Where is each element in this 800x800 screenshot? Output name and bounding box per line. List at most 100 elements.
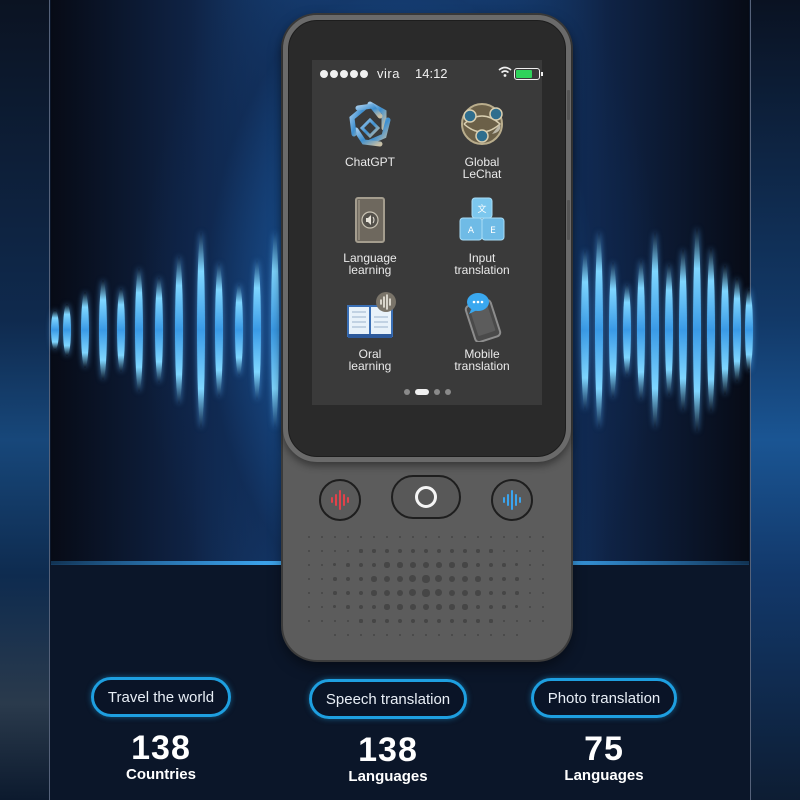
speaker-hole <box>359 619 363 623</box>
speaker-hole <box>423 548 429 554</box>
page-dot[interactable] <box>403 389 410 395</box>
wave-bar <box>745 289 753 371</box>
page-dot[interactable] <box>414 389 429 395</box>
page-indicator[interactable] <box>312 389 542 395</box>
translator-device: vira 14:12 ChatGPT Global LeChat Languag… <box>283 15 571 660</box>
phone-chat-icon <box>456 290 508 344</box>
open-book-voice-icon <box>344 290 396 342</box>
app-label: Language learning <box>343 251 397 277</box>
speaker-hole <box>333 563 337 567</box>
speaker-hole <box>542 536 544 538</box>
speaker-hole <box>385 633 389 637</box>
speaker-hole <box>320 591 324 595</box>
speaker-hole <box>463 535 467 539</box>
left-edge-panel <box>0 0 50 800</box>
speaker-hole <box>437 535 441 539</box>
wave-bar <box>99 280 107 380</box>
control-buttons <box>283 475 571 521</box>
speaker-hole <box>528 591 532 595</box>
speaker-hole <box>320 605 324 609</box>
device-screen-bezel: vira 14:12 ChatGPT Global LeChat Languag… <box>283 15 571 462</box>
speaker-hole <box>462 590 468 596</box>
side-button-lower[interactable] <box>567 200 570 240</box>
speaker-hole <box>346 563 350 567</box>
speaker-hole <box>423 562 429 568</box>
stat-unit: Languages <box>348 768 428 785</box>
speaker-hole <box>385 619 389 623</box>
speaker-hole <box>307 591 311 595</box>
speaker-hole <box>411 535 415 539</box>
app-language-learning[interactable]: Language learning <box>320 194 420 276</box>
wave-bar <box>595 232 603 428</box>
wave-bar <box>623 284 631 376</box>
speaker-hole <box>333 549 337 553</box>
speaker-hole <box>515 563 519 567</box>
speaker-hole <box>476 619 480 623</box>
speaker-hole <box>541 577 545 581</box>
speaker-hole <box>475 590 481 596</box>
speaker-hole <box>358 590 364 596</box>
speaker-hole <box>371 604 377 610</box>
speaker-hole <box>398 619 402 623</box>
speaker-hole <box>516 536 518 538</box>
speaker-hole <box>422 575 430 583</box>
speaker-hole <box>308 536 310 538</box>
wave-bar <box>215 263 223 397</box>
speaker-hole <box>423 604 429 610</box>
speaker-hole <box>424 535 428 539</box>
feature-travel: Travel the world 138 Countries <box>71 677 251 783</box>
speaker-hole <box>489 549 493 553</box>
app-label: Mobile translation <box>454 347 510 373</box>
page-dot[interactable] <box>433 389 440 395</box>
voice-translate-right-button[interactable] <box>491 479 533 521</box>
voice-translate-left-button[interactable] <box>319 479 361 521</box>
app-chatgpt[interactable]: ChatGPT <box>320 98 420 168</box>
speaker-hole <box>372 633 376 637</box>
speaker-hole <box>333 591 337 595</box>
app-input-translation[interactable]: 文 A E Input translation <box>432 194 532 276</box>
speaker-hole <box>515 605 519 609</box>
speaker-hole <box>308 606 310 608</box>
stat-number: 75 <box>584 730 624 768</box>
speaker-hole <box>372 549 376 553</box>
speaker-hole <box>450 633 454 637</box>
speaker-hole <box>542 550 544 552</box>
side-button-upper[interactable] <box>567 90 570 120</box>
battery-level <box>516 70 532 78</box>
speaker-hole <box>397 604 403 610</box>
speaker-hole <box>320 577 324 581</box>
chatgpt-knot-icon <box>344 98 396 150</box>
speaker-hole <box>308 564 310 566</box>
speaker-hole <box>334 634 336 636</box>
speaker-hole <box>542 564 544 566</box>
speaker-hole <box>398 549 402 553</box>
speaker-hole <box>515 549 519 553</box>
carrier-name: vira <box>377 66 400 81</box>
app-label: Oral learning <box>348 347 392 373</box>
wave-bar <box>117 288 125 372</box>
speaker-hole <box>502 605 506 609</box>
speaker-hole <box>515 591 519 595</box>
home-button[interactable] <box>391 475 461 519</box>
wave-bar <box>665 264 673 396</box>
wave-bar <box>81 292 89 368</box>
speaker-hole <box>347 634 349 636</box>
speaker-hole <box>448 575 456 583</box>
speaker-hole <box>372 619 376 623</box>
speaker-hole <box>436 548 442 554</box>
wave-bar <box>679 249 687 411</box>
app-label: Input translation <box>454 251 510 277</box>
speaker-hole <box>333 577 337 581</box>
app-global-lechat[interactable]: Global LeChat <box>432 98 532 180</box>
speaker-hole <box>488 590 494 596</box>
speaker-hole <box>529 550 531 552</box>
speaker-hole <box>385 549 389 553</box>
app-oral-learning[interactable]: Oral learning <box>320 290 420 372</box>
speaker-hole <box>307 577 311 581</box>
speaker-hole <box>449 562 455 568</box>
speaker-hole <box>490 634 492 636</box>
stat-unit: Countries <box>125 766 196 783</box>
page-dot[interactable] <box>444 389 451 395</box>
app-mobile-translation[interactable]: Mobile translation <box>432 290 532 372</box>
speaker-hole <box>475 604 481 610</box>
